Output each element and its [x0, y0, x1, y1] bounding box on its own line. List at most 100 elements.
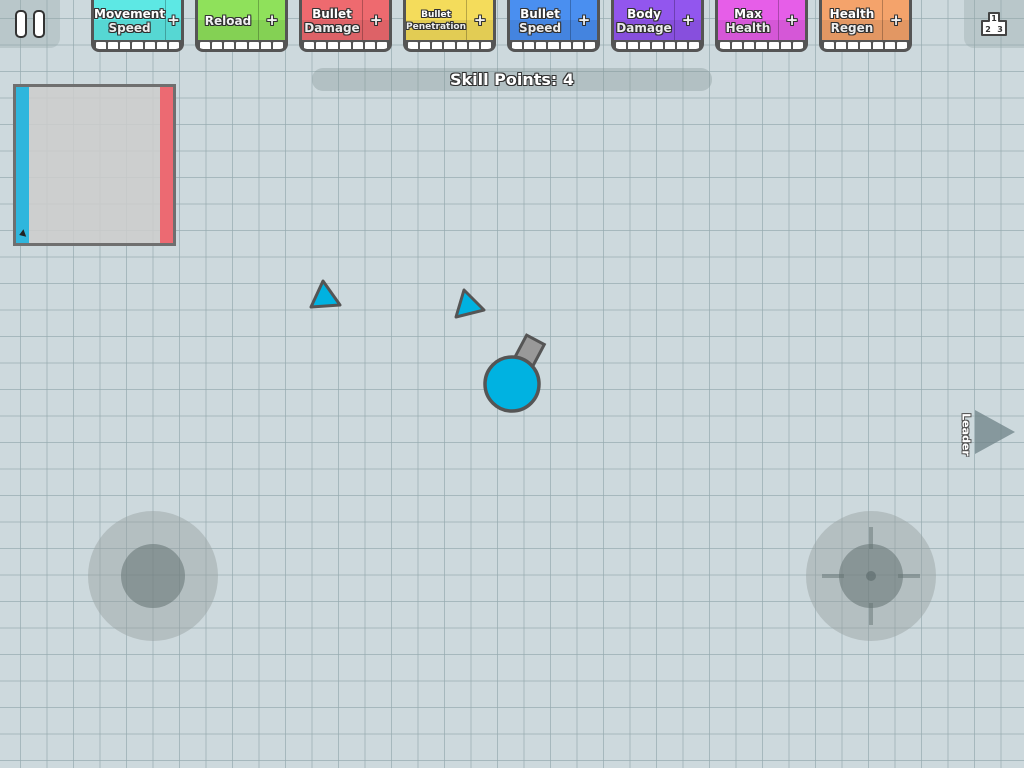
skill-upgrade-button[interactable]: + — [467, 0, 493, 40]
skill-card: Bullet Damage + — [299, 0, 392, 52]
skill-level-cell — [96, 42, 107, 49]
skill-card: Reload + — [195, 0, 288, 52]
skill-level-cell — [640, 42, 651, 49]
skill-level-cell — [524, 42, 535, 49]
skill-level-cell — [132, 42, 143, 49]
skill-level-cell — [408, 42, 419, 49]
skill-level-bar — [302, 40, 389, 49]
skill-level-cell — [720, 42, 731, 49]
skill-upgrade-button[interactable]: + — [675, 0, 701, 40]
leaderboard-button[interactable]: 1 2 3 — [964, 0, 1024, 48]
skill-label: Bullet Penetration — [406, 0, 467, 40]
skill-level-cell — [572, 42, 583, 49]
skill-level-cell — [316, 42, 327, 49]
skill-level-cell — [376, 42, 387, 49]
skill-level-cell — [340, 42, 351, 49]
skill-level-cell — [652, 42, 663, 49]
skill-level-cell — [144, 42, 155, 49]
skill-level-cell — [512, 42, 523, 49]
skill-level-cell — [836, 42, 847, 49]
skill-level-cell — [780, 42, 791, 49]
aim-joystick[interactable] — [806, 511, 936, 641]
skill-level-cell — [168, 42, 179, 49]
crosshair-icon — [866, 571, 876, 581]
skill-level-cell — [848, 42, 859, 49]
skill-level-cell — [304, 42, 315, 49]
skill-level-bar — [198, 40, 285, 49]
skill-label: Bullet Speed — [510, 0, 571, 40]
pause-icon — [12, 10, 48, 38]
skill-level-bar — [822, 40, 909, 49]
skill-level-cell — [212, 42, 223, 49]
skill-upgrade-button[interactable]: + — [166, 0, 181, 40]
skill-points-counter: Skill Points: 4 — [312, 68, 712, 91]
skill-label: Health Regen — [822, 0, 883, 40]
skill-upgrade-button[interactable]: + — [363, 0, 389, 40]
skill-level-cell — [560, 42, 571, 49]
minimap-red-base — [160, 87, 173, 243]
enemy-triangle — [309, 279, 342, 309]
skill-card: Bullet Speed + — [507, 0, 600, 52]
movement-joystick[interactable] — [88, 511, 218, 641]
skill-level-cell — [120, 42, 131, 49]
skill-level-cell — [824, 42, 835, 49]
svg-text:2: 2 — [985, 25, 991, 34]
pause-button[interactable] — [0, 0, 60, 48]
leader-label: Leader — [959, 413, 973, 456]
skill-upgrade-button[interactable]: + — [779, 0, 805, 40]
podium-icon: 1 2 3 — [981, 12, 1007, 36]
skill-upgrade-button[interactable]: + — [259, 0, 285, 40]
skill-card: Health Regen + — [819, 0, 912, 52]
skill-level-cell — [688, 42, 699, 49]
skill-level-cell — [628, 42, 639, 49]
skill-level-cell — [732, 42, 743, 49]
tank-body — [483, 355, 541, 413]
skill-level-cell — [744, 42, 755, 49]
skill-level-bar — [510, 40, 597, 49]
skill-level-cell — [328, 42, 339, 49]
skill-level-cell — [884, 42, 895, 49]
skill-card: Movement Speed + — [91, 0, 184, 52]
skill-card: Max Health + — [715, 0, 808, 52]
skill-level-cell — [768, 42, 779, 49]
skill-level-cell — [480, 42, 491, 49]
svg-text:1: 1 — [991, 14, 997, 23]
skill-label: Body Damage — [614, 0, 675, 40]
skill-card: Bullet Penetration + — [403, 0, 496, 52]
skill-level-cell — [896, 42, 907, 49]
skill-upgrade-bar: Movement Speed + Reload + Bullet Damage + Bull… — [91, 0, 912, 52]
minimap — [13, 84, 176, 246]
skill-level-cell — [260, 42, 271, 49]
skill-level-cell — [108, 42, 119, 49]
skill-level-cell — [616, 42, 627, 49]
leader-direction-arrow — [975, 410, 1015, 454]
svg-text:3: 3 — [997, 25, 1003, 34]
skill-level-cell — [664, 42, 675, 49]
skill-level-cell — [156, 42, 167, 49]
skill-label: Reload — [198, 0, 259, 40]
skill-card: Body Damage + — [611, 0, 704, 52]
player-tank — [483, 333, 547, 413]
minimap-blue-base — [16, 87, 29, 243]
skill-upgrade-button[interactable]: + — [571, 0, 597, 40]
skill-level-cell — [364, 42, 375, 49]
skill-label: Bullet Damage — [302, 0, 363, 40]
skill-level-cell — [272, 42, 283, 49]
skill-level-cell — [444, 42, 455, 49]
skill-level-bar — [614, 40, 701, 49]
skill-level-cell — [456, 42, 467, 49]
skill-level-cell — [584, 42, 595, 49]
movement-joystick-knob[interactable] — [121, 544, 185, 608]
skill-level-cell — [236, 42, 247, 49]
skill-level-cell — [860, 42, 871, 49]
skill-upgrade-button[interactable]: + — [883, 0, 909, 40]
skill-level-cell — [352, 42, 363, 49]
skill-level-bar — [406, 40, 493, 49]
skill-level-cell — [248, 42, 259, 49]
enemy-triangle — [454, 288, 486, 319]
skill-level-cell — [432, 42, 443, 49]
skill-level-cell — [224, 42, 235, 49]
aim-joystick-knob[interactable] — [839, 544, 903, 608]
skill-level-cell — [548, 42, 559, 49]
skill-level-bar — [718, 40, 805, 49]
